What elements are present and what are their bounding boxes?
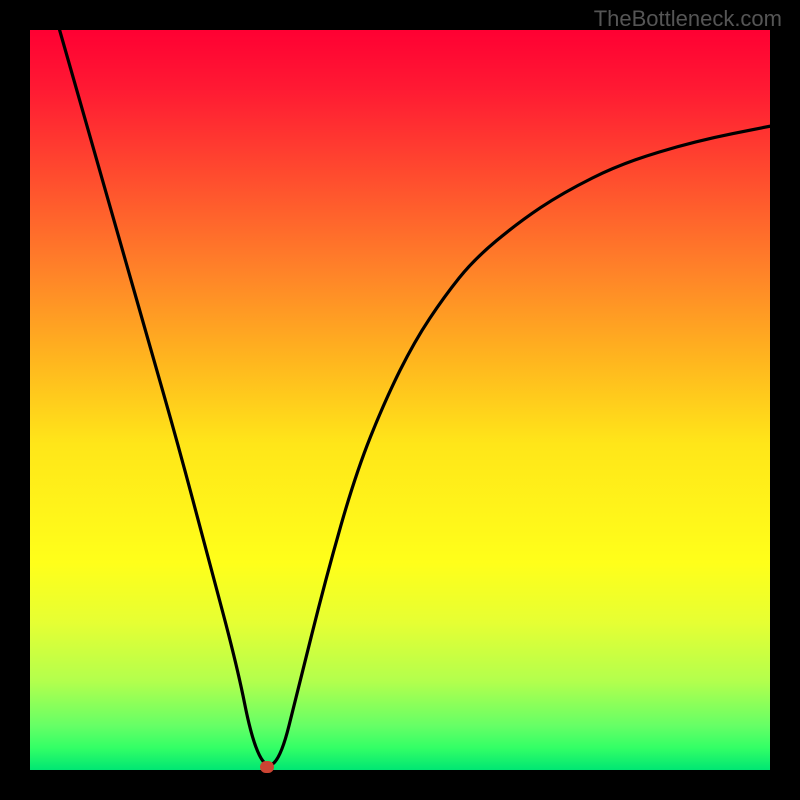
minimum-marker [260, 761, 274, 773]
plot-area [30, 30, 770, 770]
chart-container: TheBottleneck.com [0, 0, 800, 800]
watermark-text: TheBottleneck.com [594, 6, 782, 32]
bottleneck-curve [30, 30, 770, 770]
